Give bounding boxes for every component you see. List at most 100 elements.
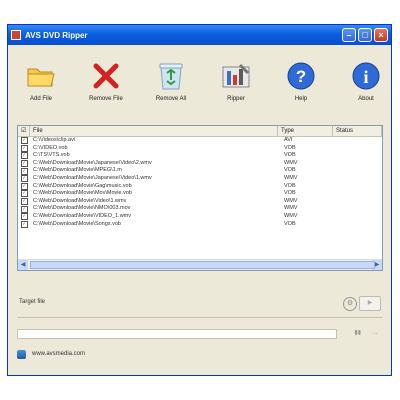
table-row[interactable]: ✓ C:\VIDEO.vob VOB (18, 145, 382, 153)
row-type: VOB (284, 152, 296, 159)
table-row[interactable]: ✓ C:\Web\Download\Movie\Gag\music.vob VOB (18, 183, 382, 191)
row-file: C:\Web\Download\Movie\NMO\003.mov (33, 205, 131, 212)
remove-file-label: Remove File (89, 96, 123, 102)
row-status (339, 137, 382, 145)
chart-icon: ▮▮ (354, 330, 361, 336)
arrow-right-icon[interactable]: → (371, 328, 379, 337)
toolbar: Add File Remove File Remove All Ripper ?… (8, 53, 391, 133)
scroll-track[interactable] (28, 260, 375, 270)
scroll-left-icon[interactable]: ◀ (18, 260, 28, 270)
row-type: WMV (284, 205, 298, 212)
row-type: WMV (284, 159, 298, 166)
row-status (339, 160, 382, 168)
row-file: C:\TS\VTS.vob (33, 152, 70, 159)
add-file-label: Add File (29, 96, 52, 102)
row-type: VOB (284, 144, 296, 151)
file-list[interactable]: ☑ File Type Status ✓ C:\Videos\clip.avi AV… (17, 125, 383, 271)
app-window: AVS DVD Ripper – □ × Add File Remove Fil… (7, 24, 392, 376)
table-row[interactable]: ✓ C:\Videos\clip.avi AVI (18, 137, 382, 145)
row-status (339, 145, 382, 153)
row-type: WMV (284, 212, 298, 219)
row-status (339, 175, 382, 183)
row-checkbox[interactable]: ✓ (18, 205, 30, 213)
row-file: C:\Web\Download\Movie\Japanese\Video\2.w… (33, 159, 152, 166)
row-checkbox[interactable]: ✓ (18, 182, 30, 191)
row-type: WMV (284, 197, 298, 204)
row-checkbox[interactable]: ✓ (18, 152, 30, 160)
table-row[interactable]: ✓ C:\Web\Download\Movie\Songs.vob VOB (18, 221, 382, 229)
red-x-icon (89, 59, 123, 93)
row-type: WMV (284, 174, 298, 181)
table-row[interactable]: ✓ C:\Web\Download\Movie\Japanese\Video\2.… (18, 160, 382, 168)
row-status (339, 198, 382, 206)
about-button[interactable]: i About (336, 59, 396, 102)
row-checkbox[interactable]: ✓ (18, 137, 30, 145)
header-type[interactable]: Type (278, 126, 333, 136)
header-file[interactable]: File (30, 126, 278, 136)
row-file: C:\Web\Download\Movie\Gag\music.vob (33, 182, 132, 189)
row-type: VOB (284, 190, 296, 197)
website-link[interactable]: www.avsmedia.com (32, 351, 85, 357)
table-row[interactable]: ✓ C:\Web\Download\Movie\Mov\Movie.vob VOB (18, 190, 382, 198)
row-status (339, 152, 382, 160)
help-icon: ? (284, 59, 318, 93)
row-checkbox[interactable]: ✓ (18, 213, 30, 221)
row-type: VOB (284, 220, 296, 227)
row-status (339, 183, 382, 191)
target-file-row: Target file ⚙ ▶ (17, 295, 383, 315)
header-status[interactable]: Status (333, 126, 382, 136)
remove-file-button[interactable]: Remove File (76, 59, 136, 102)
row-checkbox[interactable]: ✓ (18, 220, 30, 229)
row-status (339, 190, 382, 198)
close-button[interactable]: × (374, 28, 388, 42)
row-status (339, 213, 382, 221)
maximize-button[interactable]: □ (358, 28, 372, 42)
title-bar[interactable]: AVS DVD Ripper – □ × (8, 25, 391, 45)
scroll-thumb[interactable] (30, 261, 375, 269)
progress-row: ▮▮ → (17, 328, 383, 343)
recycle-bin-icon (154, 59, 188, 93)
remove-all-button[interactable]: Remove All (141, 59, 201, 102)
ripper-button[interactable]: Ripper (206, 59, 266, 102)
help-button[interactable]: ? Help (271, 59, 331, 102)
row-type: VOB (284, 167, 296, 174)
row-file: C:\Web\Download\Movie\MPEG\1.m (33, 167, 122, 174)
table-row[interactable]: ✓ C:\TS\VTS.vob VOB (18, 152, 382, 160)
list-rows: ✓ C:\Videos\clip.avi AVI ✓ C:\VIDEO.vob VOB ✓ C… (18, 137, 382, 228)
help-label: Help (294, 96, 308, 102)
minimize-button[interactable]: – (342, 28, 356, 42)
add-file-button[interactable]: Add File (11, 59, 71, 102)
ripper-label: Ripper (227, 96, 245, 102)
table-row[interactable]: ✓ C:\Web\Download\Movie\Video\1.wmv WMV (18, 198, 382, 206)
globe-icon (17, 349, 26, 359)
row-checkbox[interactable]: ✓ (18, 167, 30, 175)
settings-icon[interactable]: ⚙ (343, 297, 357, 311)
row-status (339, 205, 382, 213)
table-row[interactable]: ✓ C:\Web\Download\Movie\NMO\003.mov WMV (18, 205, 382, 213)
about-label: About (358, 96, 374, 102)
table-row[interactable]: ✓ C:\Web\Download\Movie\MPEG\1.m VOB (18, 167, 382, 175)
row-file: C:\Web\Download\Movie\VIDEO_1.wmv (33, 212, 132, 219)
horizontal-scrollbar[interactable]: ◀ ▶ (18, 259, 382, 270)
row-type: VOB (284, 182, 296, 189)
ripper-tools-icon (219, 59, 253, 93)
target-file-label: Target file (19, 299, 46, 305)
row-checkbox[interactable]: ✓ (18, 160, 30, 168)
table-row[interactable]: ✓ C:\Web\Download\Movie\VIDEO_1.wmv WMV (18, 213, 382, 221)
row-checkbox[interactable]: ✓ (18, 144, 30, 153)
row-checkbox[interactable]: ✓ (18, 175, 30, 183)
svg-text:i: i (363, 67, 368, 87)
go-button[interactable]: ▶ (359, 296, 381, 311)
header-checkbox[interactable]: ☑ (18, 126, 30, 136)
divider (17, 317, 383, 318)
app-icon (11, 30, 21, 40)
list-header: ☑ File Type Status (18, 126, 382, 137)
row-checkbox[interactable]: ✓ (18, 198, 30, 206)
row-file: C:\Videos\clip.avi (33, 137, 76, 143)
row-checkbox[interactable]: ✓ (18, 190, 30, 198)
progress-bar (17, 329, 337, 339)
table-row[interactable]: ✓ C:\Web\Download\Movie\Japanese\Video\1.… (18, 175, 382, 183)
footer: www.avsmedia.com (17, 347, 383, 361)
row-status (339, 167, 382, 175)
row-file: C:\Web\Download\Movie\Mov\Movie.vob (33, 190, 132, 197)
